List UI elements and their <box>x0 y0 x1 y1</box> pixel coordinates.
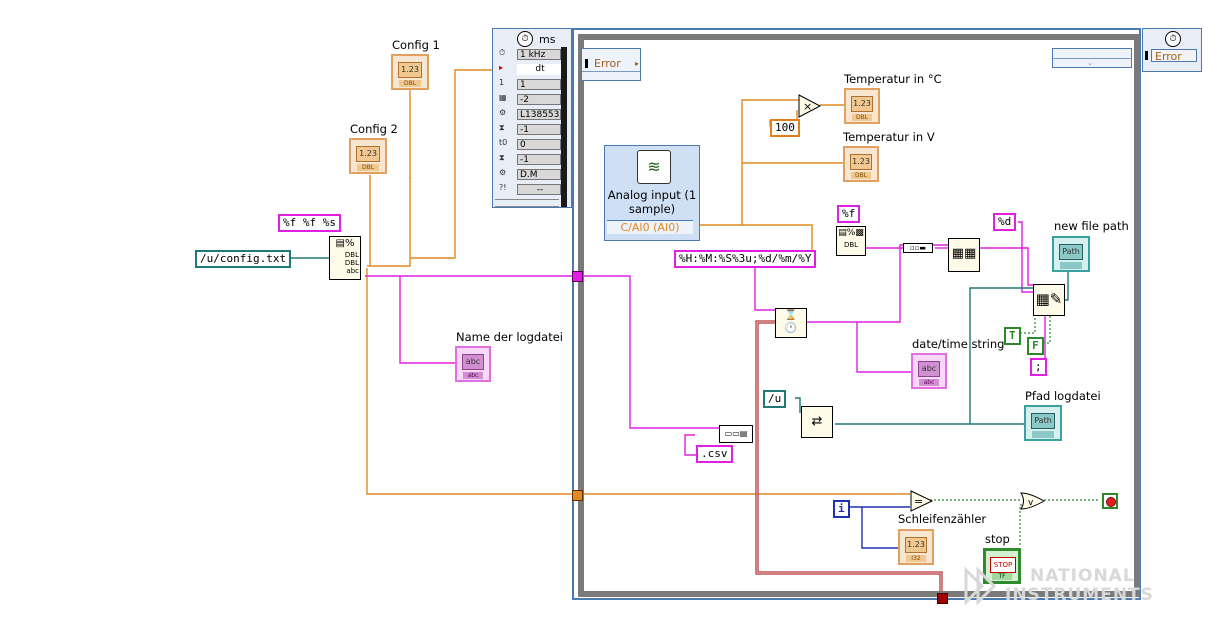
error-in-node[interactable]: Error ▸ <box>581 48 641 81</box>
hundred-constant[interactable]: 100 <box>770 119 800 137</box>
true-constant[interactable]: T <box>1004 327 1021 345</box>
temp-v-indicator: 1.23 DBL <box>843 146 879 182</box>
temp-v-label: Temperatur in V <box>843 130 935 144</box>
timing-value[interactable]: -2 <box>517 94 561 105</box>
timing-unit-label: ms <box>539 33 556 46</box>
svg-text:×: × <box>803 100 812 113</box>
clock-icon: ⏱ <box>517 31 533 47</box>
config1-label: Config 1 <box>392 38 440 52</box>
analog-input-express-vi[interactable]: ≋ Analog input (1 sample) C/AI0 (AI0) <box>604 145 700 241</box>
tunnel-numeric <box>572 490 583 501</box>
config-path-constant[interactable]: /u/config.txt <box>195 250 292 268</box>
timing-value[interactable]: L138553 <box>517 109 561 120</box>
schleifenzaehler-indicator: 1.23 I32 <box>898 529 934 565</box>
schleifenzaehler-label: Schleifenzähler <box>898 512 987 526</box>
timing-output-node[interactable]: ⏱ Error <box>1142 28 1202 72</box>
pfad-logdatei-label: Pfad logdatei <box>1025 389 1101 403</box>
temp-c-label: Temperatur in °C <box>844 72 942 86</box>
pfad-logdatei-indicator: Path <box>1024 405 1062 441</box>
stop-label: stop <box>985 532 1010 546</box>
semicolon-constant[interactable]: ; <box>1030 358 1047 376</box>
write-spreadsheet-node[interactable]: ▦✎ <box>1033 284 1065 316</box>
u-path-constant[interactable]: /u <box>763 390 787 408</box>
format-into-string-node[interactable]: ▤%▩ DBL <box>836 226 866 256</box>
get-date-time-string-node[interactable]: ⌛ 🕐 <box>775 308 807 338</box>
loop-condition-terminal[interactable] <box>1102 493 1118 509</box>
timing-config-list: ⏱ 1 kHz ▸ dt 11 ▦ -2 ⚙ L138553 ⧗ -1 t0 0 ⧗ -1 ⚙… <box>499 48 561 195</box>
pct-d-constant[interactable]: %d <box>993 213 1017 231</box>
svg-text:=: = <box>914 495 923 508</box>
timing-value[interactable]: -1 <box>517 124 561 135</box>
time-format-constant[interactable]: %H:%M:%S%3u;%d/%m/%Y <box>674 250 817 268</box>
ni-logo-icon <box>964 566 997 606</box>
build-array-node[interactable]: ▦▦ <box>948 238 980 272</box>
read-config-node[interactable]: ▤% DBL DBL abc <box>329 236 361 280</box>
name-logdatei-label: Name der logdatei <box>456 330 563 344</box>
config2-indicator: 1.23 DBL <box>349 138 387 174</box>
date-time-string-label: date/time string <box>912 337 1005 351</box>
error-out-label: Error <box>1151 49 1197 63</box>
pct-f-constant[interactable]: %f <box>837 205 861 223</box>
loop-top-right-node[interactable]: ⌄ <box>1052 48 1132 68</box>
config2-label: Config 2 <box>350 122 398 136</box>
tunnel-string <box>572 271 583 282</box>
build-path-node[interactable]: ⇄ <box>801 406 833 438</box>
timing-value[interactable]: -- <box>517 184 561 195</box>
loop-iteration-terminal: i <box>833 500 850 518</box>
ni-watermark-line2: INSTRUMENTS <box>1005 585 1154 605</box>
format-string-constant[interactable]: %f %f %s <box>278 214 341 232</box>
temp-c-indicator: 1.23 DBL <box>844 88 880 124</box>
express-vi-title: Analog input (1 sample) <box>607 188 697 216</box>
timing-value[interactable]: -1 <box>517 154 561 165</box>
new-file-path-label: new file path <box>1054 219 1129 233</box>
equal-node[interactable]: = <box>910 490 934 512</box>
multiply-node[interactable]: × <box>798 94 822 118</box>
timing-value[interactable]: D.M <box>517 169 561 180</box>
timing-value[interactable]: dt <box>517 64 561 75</box>
concat-node[interactable]: ▫▫▬ <box>903 243 933 253</box>
config1-indicator: 1.23 DBL <box>391 54 429 90</box>
name-logdatei-indicator: abc abc <box>455 346 491 382</box>
express-vi-channel[interactable]: C/AI0 (AI0) <box>607 220 693 234</box>
timing-value[interactable]: 1 <box>517 79 561 90</box>
csv-constant[interactable]: .csv <box>696 445 733 463</box>
timing-value[interactable]: 1 kHz <box>517 49 561 60</box>
timing-value[interactable]: 0 <box>517 139 561 150</box>
svg-text:v: v <box>1028 498 1034 508</box>
tunnel-error <box>937 593 948 604</box>
ni-watermark-line1: NATIONAL <box>1030 566 1135 586</box>
new-file-path-indicator: Path <box>1052 236 1090 272</box>
concatenate-strings-node[interactable]: ▭▭▤ <box>719 425 753 443</box>
clock-icon: ⏱ <box>1165 31 1181 47</box>
false-constant[interactable]: F <box>1027 337 1044 355</box>
daq-assistant-icon: ≋ <box>637 150 671 184</box>
date-time-string-indicator: abc abc <box>911 353 947 389</box>
or-node[interactable]: v <box>1020 492 1046 510</box>
